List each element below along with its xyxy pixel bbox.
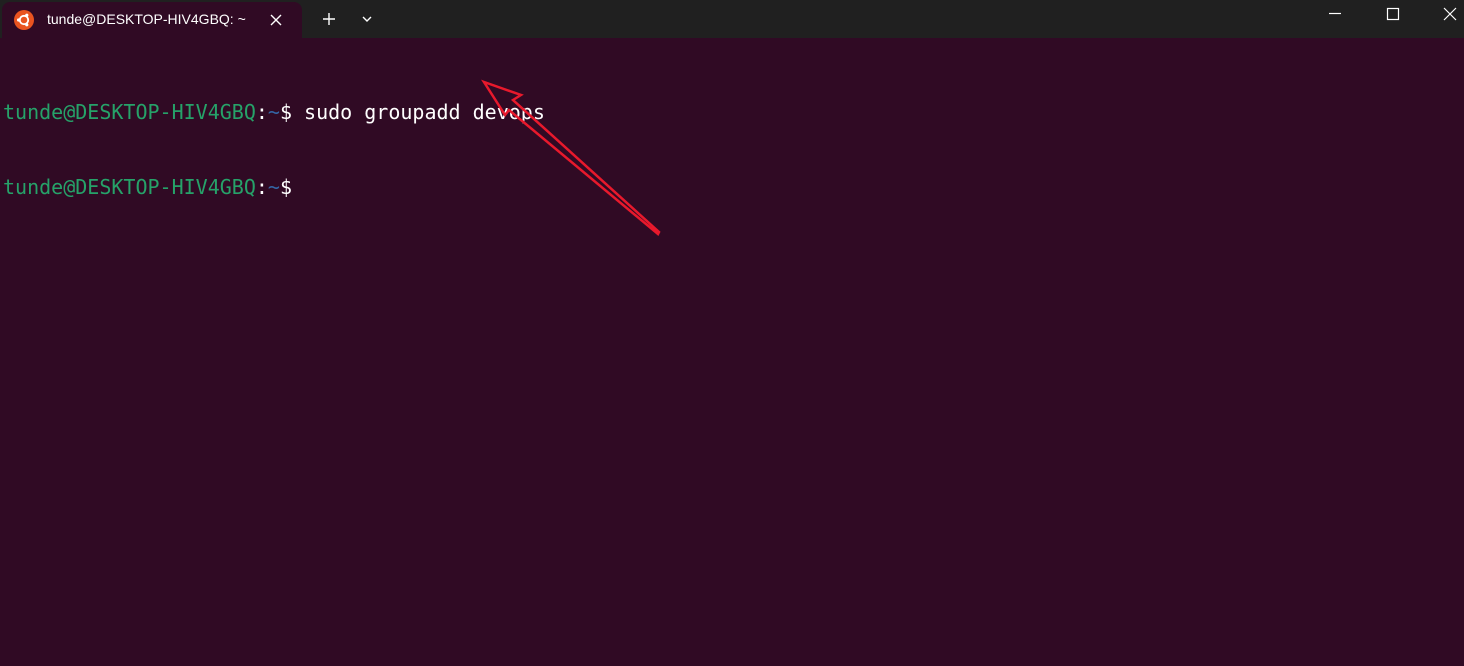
close-icon[interactable] <box>266 10 286 30</box>
maximize-icon[interactable] <box>1380 2 1406 26</box>
minimize-icon[interactable] <box>1322 2 1348 26</box>
title-bar: tunde@DESKTOP-HIV4GBQ: ~ <box>0 0 1464 38</box>
prompt-colon: : <box>255 175 268 199</box>
terminal-output[interactable]: tunde@DESKTOP-HIV4GBQ:~$ sudo groupadd d… <box>3 50 1458 660</box>
ubuntu-icon <box>14 10 34 30</box>
prompt-user: tunde@DESKTOP-HIV4GBQ <box>3 100 256 124</box>
prompt-dollar: $ <box>279 100 293 124</box>
prompt-colon: : <box>255 100 268 124</box>
prompt-dollar: $ <box>279 175 293 199</box>
prompt-user: tunde@DESKTOP-HIV4GBQ <box>3 175 256 199</box>
terminal-line: tunde@DESKTOP-HIV4GBQ:~$ sudo groupadd d… <box>3 100 1458 125</box>
chevron-down-icon[interactable] <box>355 7 379 31</box>
tab-title: tunde@DESKTOP-HIV4GBQ: ~ <box>47 11 246 27</box>
prompt-path: ~ <box>267 175 280 199</box>
plus-icon[interactable] <box>317 7 341 31</box>
terminal-line: tunde@DESKTOP-HIV4GBQ:~$ <box>3 175 1458 200</box>
command-text: sudo groupadd devops <box>292 100 545 124</box>
prompt-path: ~ <box>267 100 280 124</box>
tab-terminal[interactable]: tunde@DESKTOP-HIV4GBQ: ~ <box>2 2 302 38</box>
close-window-icon[interactable] <box>1437 2 1463 26</box>
